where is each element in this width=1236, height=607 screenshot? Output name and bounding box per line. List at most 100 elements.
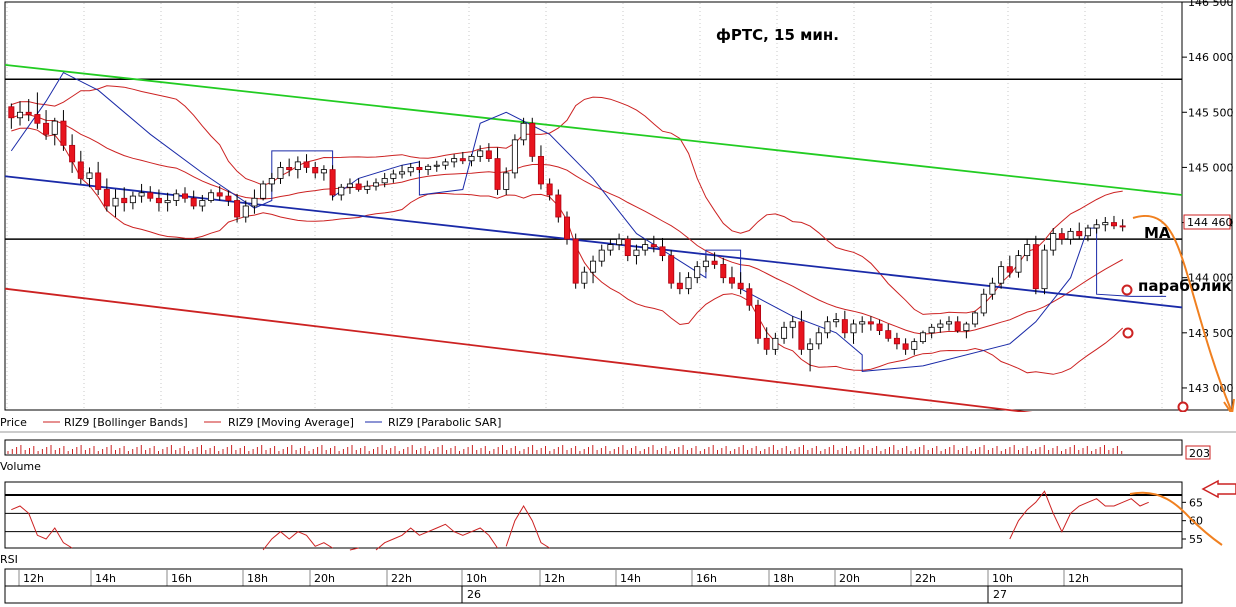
volume-panel-label: Volume xyxy=(0,460,41,473)
annotation-circle-bb xyxy=(1122,327,1134,339)
candle xyxy=(251,189,258,214)
candle-body xyxy=(69,144,76,163)
candle xyxy=(1110,215,1117,230)
candle-body xyxy=(998,266,1005,284)
candle-body xyxy=(268,178,275,185)
candle-body xyxy=(355,183,362,190)
candle xyxy=(147,186,154,202)
time-hour-label: 22h xyxy=(915,572,936,585)
candle-body xyxy=(477,150,484,157)
candle-body xyxy=(138,192,145,197)
candle-body xyxy=(43,122,50,135)
candle-body xyxy=(234,200,241,218)
legend-bb-label: RIZ9 [Bollinger Bands] xyxy=(64,416,188,429)
candle xyxy=(598,244,605,267)
candle xyxy=(919,330,926,344)
candle xyxy=(312,161,319,179)
candle xyxy=(755,299,762,344)
candle-body xyxy=(433,164,440,167)
candle-body xyxy=(841,319,848,334)
candle-body xyxy=(242,205,249,218)
candle-body xyxy=(303,161,310,168)
candle-body xyxy=(728,277,735,284)
legend-ma-label: RIZ9 [Moving Average] xyxy=(228,416,354,429)
candle-body xyxy=(1024,244,1031,257)
candle-body xyxy=(399,171,406,175)
volume-bars xyxy=(7,445,1123,454)
price-tick-label: 143 500 xyxy=(1188,327,1234,340)
candle-body xyxy=(60,120,67,146)
time-hour-label: 10h xyxy=(992,572,1013,585)
candle xyxy=(294,156,301,179)
candle-body xyxy=(607,244,614,251)
candle-body xyxy=(164,200,171,204)
volume-value-label: 203 xyxy=(1189,447,1210,460)
chart-canvas: 146 500146 000145 500145 000144 500144 0… xyxy=(0,0,1236,604)
candle-body xyxy=(112,197,119,207)
candle xyxy=(911,338,918,355)
time-hour-label: 12h xyxy=(544,572,565,585)
candle xyxy=(190,190,197,210)
candle xyxy=(928,323,935,339)
candle xyxy=(1067,228,1074,245)
candle xyxy=(1076,222,1083,240)
candle xyxy=(537,145,544,190)
candle xyxy=(399,165,406,179)
candle-body xyxy=(485,150,492,159)
candle xyxy=(833,312,840,328)
candle-body xyxy=(1084,227,1091,237)
candle-body xyxy=(103,189,110,207)
candle xyxy=(807,338,814,372)
candle xyxy=(798,310,805,355)
price-panel-frame xyxy=(4,1,1183,411)
candle xyxy=(529,117,536,162)
bb-lower-line xyxy=(11,127,1124,375)
candle xyxy=(121,187,128,212)
candle xyxy=(17,101,24,126)
candle xyxy=(268,172,275,192)
candle xyxy=(720,257,727,284)
candle-body xyxy=(555,194,562,218)
candle xyxy=(746,283,753,311)
candle-body xyxy=(260,183,267,199)
candle xyxy=(442,158,449,170)
time-hour-label: 16h xyxy=(696,572,717,585)
candle-body xyxy=(746,288,753,306)
candle xyxy=(685,272,692,295)
candle-body xyxy=(155,197,162,204)
candle xyxy=(694,261,701,284)
rsi-tick-label: 65 xyxy=(1189,496,1203,509)
candle-body xyxy=(95,172,102,190)
price-tick-label: 146 000 xyxy=(1188,51,1234,64)
candle-body xyxy=(694,266,701,279)
time-hour-label: 12h xyxy=(23,572,44,585)
candle-body xyxy=(407,167,414,173)
price-tick-label: 145 000 xyxy=(1188,161,1234,174)
candle xyxy=(850,319,857,344)
candle xyxy=(338,183,345,201)
time-hour-label: 20h xyxy=(314,572,335,585)
candle-body xyxy=(129,195,136,204)
candle xyxy=(208,189,215,203)
time-hour-label: 18h xyxy=(247,572,268,585)
candle-body xyxy=(972,312,979,325)
candle xyxy=(607,239,614,256)
candle xyxy=(581,266,588,289)
candle-body xyxy=(807,343,814,350)
date-label: 27 xyxy=(993,588,1007,601)
candle-body xyxy=(772,337,779,350)
candle xyxy=(103,178,110,212)
candle xyxy=(69,134,76,173)
candle-body xyxy=(563,216,571,240)
candle-body xyxy=(216,192,223,197)
candle-body xyxy=(755,304,762,339)
rsi-tick-label: 60 xyxy=(1189,515,1203,528)
candle-body xyxy=(529,122,536,157)
candle xyxy=(164,192,171,212)
candle xyxy=(972,310,979,328)
candle-body xyxy=(416,167,423,171)
candle-body xyxy=(1119,225,1126,228)
candle-body xyxy=(459,158,466,162)
price-tick-label: 145 500 xyxy=(1188,106,1234,119)
candle-body xyxy=(893,337,900,345)
